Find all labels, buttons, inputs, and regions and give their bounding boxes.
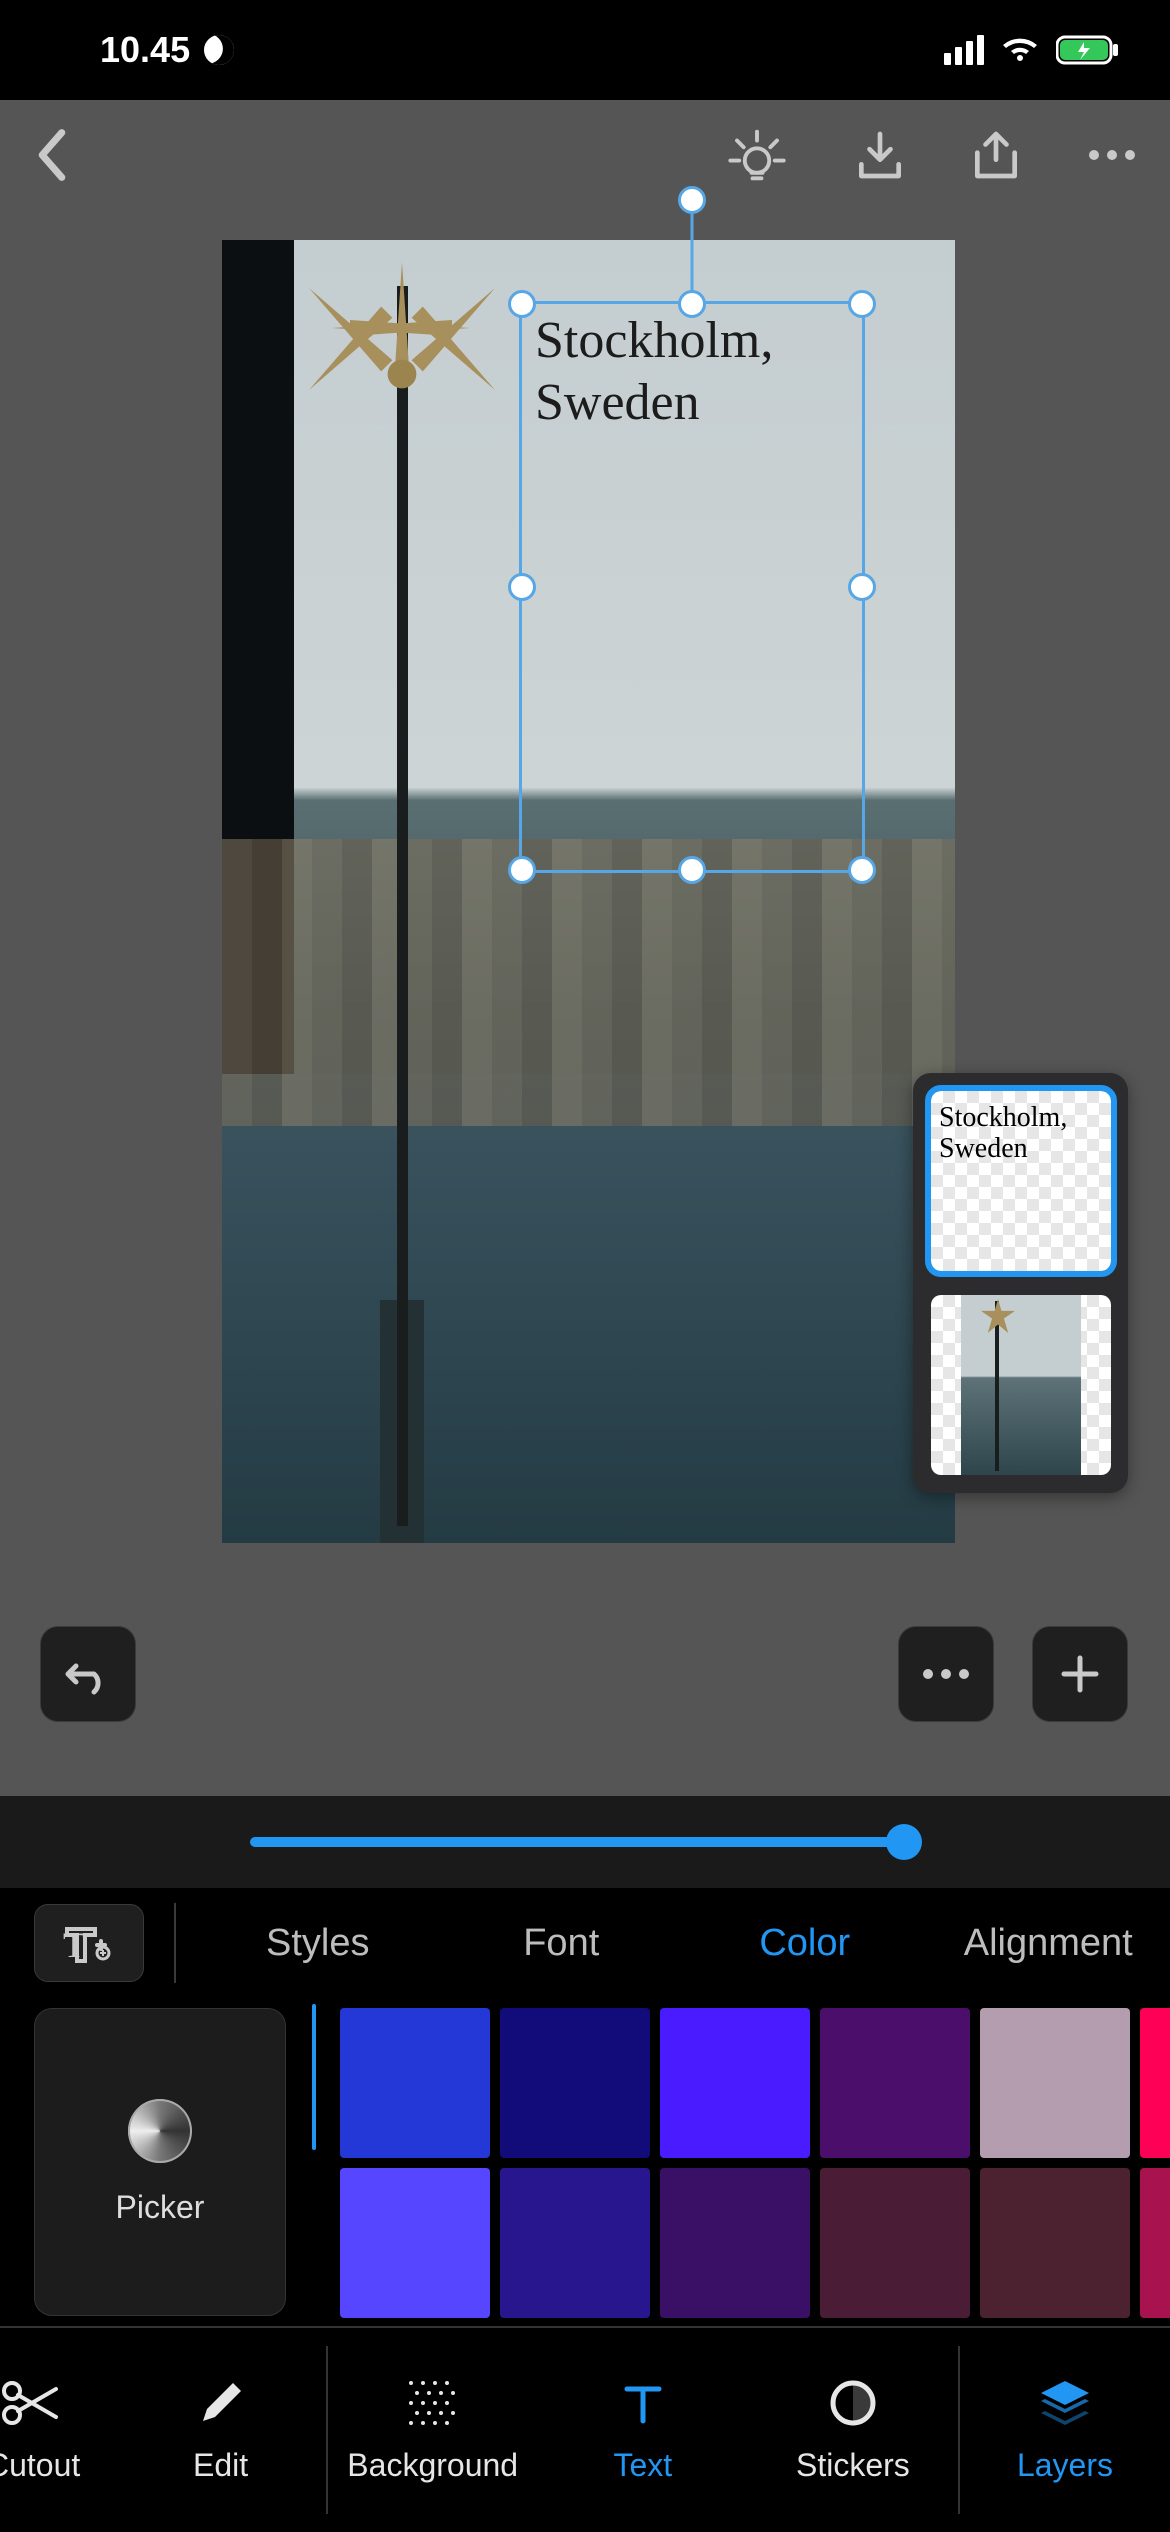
- opacity-slider-row: [0, 1796, 1170, 1888]
- ideas-button[interactable]: [722, 125, 792, 185]
- slider-thumb[interactable]: [886, 1824, 922, 1860]
- pencil-icon: [195, 2377, 247, 2429]
- nav-label: Stickers: [796, 2447, 910, 2484]
- resize-handle-tr[interactable]: [848, 290, 876, 318]
- add-text-button[interactable]: T: [34, 1904, 144, 1982]
- tab-font[interactable]: Font: [440, 1922, 684, 1965]
- nav-text[interactable]: Text: [538, 2328, 748, 2532]
- resize-handle-ml[interactable]: [508, 573, 536, 601]
- nav-cutout[interactable]: Cutout: [0, 2328, 116, 2532]
- nav-label: Cutout: [0, 2447, 80, 2484]
- color-swatch[interactable]: [820, 2168, 970, 2318]
- resize-handle-bc[interactable]: [678, 856, 706, 884]
- tab-color[interactable]: Color: [683, 1922, 927, 1965]
- cellular-icon: [944, 35, 984, 65]
- scroll-indicator-icon: [312, 2004, 316, 2150]
- svg-text:T: T: [63, 1925, 85, 1965]
- selection-box[interactable]: [522, 304, 862, 870]
- wifi-icon: [1000, 35, 1040, 65]
- nav-stickers[interactable]: Stickers: [748, 2328, 958, 2532]
- canvas-area[interactable]: Stockholm, Sweden Stockholm, Sweden: [0, 210, 1170, 1796]
- undo-button[interactable]: [40, 1626, 136, 1722]
- nav-edit[interactable]: Edit: [116, 2328, 326, 2532]
- color-swatch[interactable]: [660, 2008, 810, 2158]
- resize-handle-mr[interactable]: [848, 573, 876, 601]
- battery-charging-icon: [1056, 34, 1120, 66]
- text-property-tabs: T Styles Font Color Alignment: [0, 1888, 1170, 1998]
- layer-thumb-image[interactable]: [931, 1295, 1111, 1475]
- color-swatch[interactable]: [820, 2008, 970, 2158]
- color-wheel-icon: [128, 2099, 192, 2163]
- color-swatch[interactable]: [1140, 2008, 1170, 2158]
- color-swatch[interactable]: [980, 2168, 1130, 2318]
- color-swatch[interactable]: [980, 2008, 1130, 2158]
- nav-label: Layers: [1017, 2447, 1113, 2484]
- layer-thumb-text[interactable]: Stockholm, Sweden: [931, 1091, 1111, 1271]
- nav-background[interactable]: Background: [328, 2328, 538, 2532]
- back-button[interactable]: [30, 127, 74, 183]
- resize-handle-tc[interactable]: [678, 290, 706, 318]
- resize-handle-br[interactable]: [848, 856, 876, 884]
- nav-label: Background: [347, 2447, 518, 2484]
- status-time: 10.45: [100, 29, 234, 71]
- download-button[interactable]: [852, 127, 908, 183]
- rotate-handle[interactable]: [678, 186, 706, 214]
- text-icon: [617, 2377, 669, 2429]
- add-layer-button[interactable]: [1032, 1626, 1128, 1722]
- bottom-nav: Cutout Edit Background Text Stickers Lay…: [0, 2326, 1170, 2532]
- nav-label: Edit: [193, 2447, 248, 2484]
- resize-handle-bl[interactable]: [508, 856, 536, 884]
- swatch-scroll[interactable]: [312, 1998, 1170, 2326]
- share-button[interactable]: [968, 127, 1024, 183]
- more-button[interactable]: [1084, 145, 1140, 165]
- scissors-icon: [0, 2377, 58, 2429]
- clock-label: 10.45: [100, 29, 190, 71]
- status-bar: 10.45: [0, 0, 1170, 100]
- color-swatch[interactable]: [340, 2008, 490, 2158]
- nav-label: Text: [613, 2447, 672, 2484]
- circle-icon: [827, 2377, 879, 2429]
- editor-top-toolbar: [0, 100, 1170, 210]
- do-not-disturb-icon: [200, 31, 238, 69]
- resize-handle-tl[interactable]: [508, 290, 536, 318]
- layers-panel[interactable]: Stockholm, Sweden: [913, 1073, 1128, 1493]
- layer-thumb-text-label: Stockholm, Sweden: [939, 1103, 1067, 1165]
- color-swatch[interactable]: [340, 2168, 490, 2318]
- color-swatch[interactable]: [1140, 2168, 1170, 2318]
- layer-options-button[interactable]: [898, 1626, 994, 1722]
- layers-icon: [1037, 2377, 1093, 2429]
- picker-label: Picker: [116, 2189, 205, 2226]
- opacity-slider[interactable]: [250, 1837, 920, 1847]
- tab-alignment[interactable]: Alignment: [927, 1922, 1170, 1965]
- color-swatch[interactable]: [500, 2168, 650, 2318]
- color-picker-button[interactable]: Picker: [34, 2008, 286, 2316]
- tab-styles[interactable]: Styles: [196, 1922, 440, 1965]
- grid-icon: [405, 2377, 461, 2429]
- color-swatch[interactable]: [660, 2168, 810, 2318]
- nav-layers[interactable]: Layers: [960, 2328, 1170, 2532]
- color-swatch-area: Picker: [0, 1998, 1170, 2326]
- color-swatch[interactable]: [500, 2008, 650, 2158]
- status-icons: [944, 34, 1120, 66]
